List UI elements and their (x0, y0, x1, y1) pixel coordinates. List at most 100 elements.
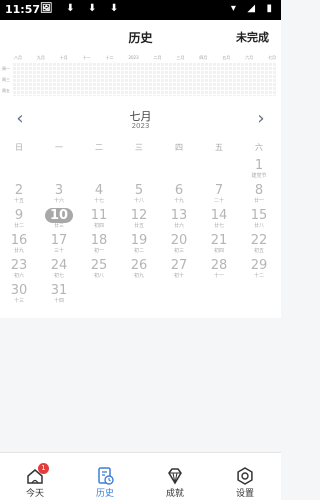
calendar-day[interactable]: 3 十六 (44, 183, 74, 211)
day-number: 3 (54, 183, 64, 198)
heatmap-month-label: 八月 (14, 55, 22, 60)
lunar-date: 十二 (253, 273, 264, 279)
notification-badge: 1 (38, 463, 49, 474)
calendar-day[interactable]: 7 二十 (204, 183, 234, 211)
lunar-date: 初四 (93, 223, 104, 229)
weekday-label: 一 (55, 143, 63, 152)
day-number: 1 (254, 158, 264, 173)
calendar-day[interactable]: 20 初三 (164, 233, 194, 261)
day-number: 22 (250, 233, 268, 248)
incomplete-button[interactable]: 未完成 (236, 29, 269, 45)
calendar-day[interactable]: 2 十五 (4, 183, 34, 211)
day-number: 13 (170, 208, 188, 223)
calendar-day[interactable]: 12 廿五 (124, 208, 154, 236)
calendar-day[interactable]: 14 廿七 (204, 208, 234, 236)
calendar-day[interactable]: 24 初七 (44, 258, 74, 286)
calendar-day[interactable]: 16 廿九 (4, 233, 34, 261)
day-number: 9 (14, 208, 24, 223)
day-number: 7 (214, 183, 224, 198)
day-number: 2 (14, 183, 24, 198)
day-number: 14 (210, 208, 228, 223)
day-number: 31 (50, 283, 68, 298)
tab-achievements[interactable]: 成就 (140, 453, 210, 500)
lunar-date: 廿五 (133, 223, 144, 229)
calendar-day[interactable]: 23 初六 (4, 258, 34, 286)
lunar-date: 廿二 (13, 223, 24, 229)
calendar-day[interactable]: 5 十八 (124, 183, 154, 211)
heatmap-month-label: 二月 (153, 55, 162, 60)
heatmap-month-label: 三月 (176, 55, 185, 60)
day-number: 28 (210, 258, 228, 273)
calendar-day[interactable]: 31 十四 (44, 283, 74, 311)
calendar-day[interactable]: 13 廿六 (164, 208, 194, 236)
calendar-day[interactable]: 8 廿一 (244, 183, 274, 211)
bottom-tab-bar: 1 今天 历史 成就 设置 (0, 452, 281, 500)
app-header: 历史 未完成 (0, 20, 281, 52)
gear-icon (237, 467, 253, 485)
notification-icons: 🖼 ⬇ ⬇ ⬇ (40, 3, 124, 14)
tab-history[interactable]: 历史 (70, 453, 140, 500)
calendar-day[interactable]: 9 廿二 (4, 208, 34, 236)
heatmap-month-label: 四月 (199, 55, 208, 60)
day-number: 5 (134, 183, 144, 198)
tab-label: 历史 (95, 489, 114, 499)
history-icon (98, 467, 114, 485)
weekday-label: 四 (175, 143, 183, 152)
calendar-day[interactable]: 4 十七 (84, 183, 114, 211)
heatmap-grid (12, 62, 276, 96)
lunar-date: 十四 (53, 298, 64, 304)
lunar-date: 初九 (133, 273, 144, 279)
diamond-icon (168, 468, 182, 485)
day-number: 19 (130, 233, 148, 248)
calendar-day-selected[interactable]: 10 廿三 (44, 208, 74, 236)
tab-today[interactable]: 1 今天 (0, 453, 70, 500)
calendar-day[interactable]: 29 十二 (244, 258, 274, 286)
calendar-day[interactable]: 27 初十 (164, 258, 194, 286)
tab-label: 设置 (235, 489, 254, 499)
day-number: 29 (250, 258, 268, 273)
calendar-day[interactable]: 11 初四 (84, 208, 114, 236)
day-number: 12 (130, 208, 148, 223)
heatmap-month-label: 十月 (59, 55, 68, 60)
tab-label: 今天 (25, 489, 44, 499)
lunar-date: 二十 (213, 198, 224, 204)
day-number: 6 (174, 183, 184, 198)
day-number: 23 (10, 258, 28, 273)
lunar-date: 初一 (93, 248, 104, 254)
calendar-day[interactable]: 25 初八 (84, 258, 114, 286)
lunar-date: 初五 (253, 248, 264, 254)
day-number: 27 (170, 258, 188, 273)
heatmap-month-label: 2023 (128, 55, 139, 60)
heatmap-month-labels: 八月 九月 十月 十一 十二 2023 二月 三月 四月 五月 六月 七月 (14, 55, 276, 61)
calendar-day[interactable]: 28 十一 (204, 258, 234, 286)
lunar-date: 初十 (173, 273, 184, 279)
calendar-day[interactable]: 6 十九 (164, 183, 194, 211)
next-month-button[interactable]: › (251, 108, 271, 129)
lunar-date: 廿九 (13, 248, 24, 254)
calendar-day[interactable]: 26 初九 (124, 258, 154, 286)
lunar-date: 十九 (173, 198, 184, 204)
lunar-date: 廿八 (253, 223, 264, 229)
heatmap-month-label: 七月 (267, 55, 276, 60)
heatmap-month-label: 十二 (105, 55, 114, 60)
day-number: 25 (90, 258, 108, 273)
tab-settings[interactable]: 设置 (210, 453, 280, 500)
day-number: 8 (254, 183, 264, 198)
weekday-label: 日 (15, 143, 23, 152)
calendar-day[interactable]: 22 初五 (244, 233, 274, 261)
weekday-label: 五 (215, 143, 223, 152)
activity-heatmap: 八月 九月 十月 十一 十二 2023 二月 三月 四月 五月 六月 七月 周一 周三 周五 (0, 52, 281, 100)
heatmap-month-label: 九月 (36, 55, 45, 60)
calendar-day[interactable]: 21 初四 (204, 233, 234, 261)
day-number: 16 (10, 233, 28, 248)
day-number: 15 (250, 208, 268, 223)
calendar-day[interactable]: 30 十三 (4, 283, 34, 311)
calendar-day[interactable]: 17 三十 (44, 233, 74, 261)
calendar-day[interactable]: 19 初二 (124, 233, 154, 261)
calendar-day[interactable]: 15 廿八 (244, 208, 274, 236)
lunar-date: 廿三 (53, 223, 64, 229)
day-number: 17 (50, 233, 68, 248)
calendar-day[interactable]: 1 建党节 (244, 158, 274, 186)
heatmap-month-label: 十一 (82, 55, 91, 60)
calendar-day[interactable]: 18 初一 (84, 233, 114, 261)
